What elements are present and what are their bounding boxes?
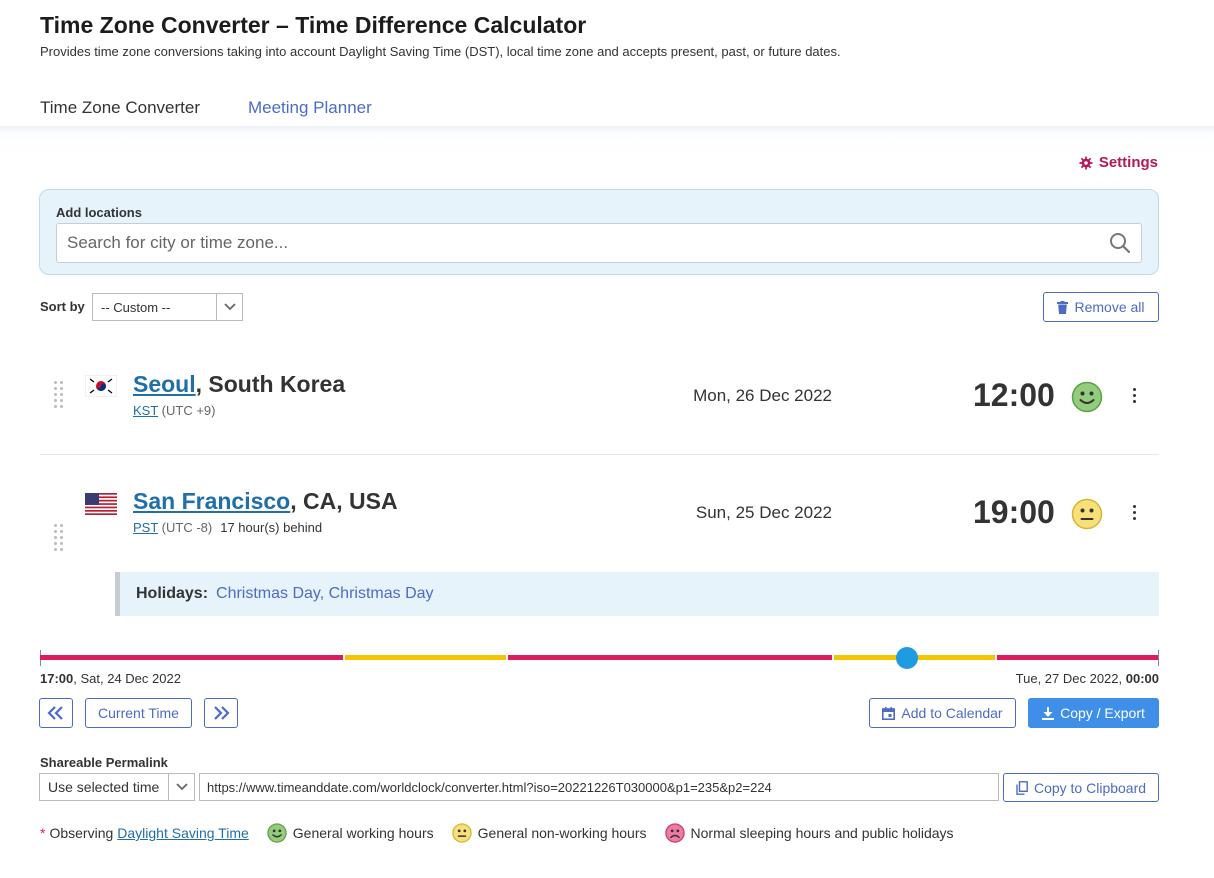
timeline-end-label: Tue, 27 Dec 2022, 00:00 <box>1016 671 1159 686</box>
smiley-working-icon <box>267 823 287 843</box>
location-row-seoul: Seoul, South Korea KST (UTC +9) Mon, 26 … <box>40 360 1159 454</box>
city-link-seoul[interactable]: Seoul <box>133 371 196 397</box>
timeline-end-time: 00:00 <box>1125 671 1159 686</box>
search-box <box>56 223 1142 263</box>
legend: * Observing Daylight Saving Time General… <box>40 823 954 843</box>
sad-face-sleeping-icon <box>664 823 685 843</box>
current-time-button[interactable]: Current Time <box>85 698 192 728</box>
timeline-segment-sleeping <box>40 655 343 660</box>
south-korea-flag-icon <box>85 375 117 397</box>
location-timezone: PST (UTC -8) 17 hour(s) behind <box>133 520 322 535</box>
neutral-face-non-working-icon <box>1071 498 1103 530</box>
drag-handle-icon[interactable] <box>54 524 66 552</box>
add-to-calendar-label: Add to Calendar <box>901 705 1003 721</box>
timezone-abbr-link[interactable]: PST <box>133 520 158 535</box>
time-difference-note: 17 hour(s) behind <box>220 520 323 535</box>
permalink-url-field[interactable]: https://www.timeanddate.com/worldclock/c… <box>199 773 999 801</box>
chevron-down-icon <box>216 294 242 320</box>
settings-label: Settings <box>1098 154 1158 171</box>
timeline-start-date: , Sat, 24 Dec 2022 <box>73 671 181 686</box>
sort-select-value: -- Custom -- <box>101 299 171 315</box>
timezone-offset: (UTC -8) <box>158 520 213 535</box>
more-options-icon[interactable] <box>1133 505 1137 523</box>
remove-all-label: Remove all <box>1074 299 1145 315</box>
gear-icon <box>1079 155 1093 170</box>
next-day-button[interactable] <box>204 698 238 728</box>
timeline-end-tick <box>1158 650 1159 666</box>
dst-link[interactable]: Daylight Saving Time <box>117 825 249 841</box>
location-time: 12:00 <box>973 377 1055 413</box>
current-time-label: Current Time <box>98 705 179 721</box>
copy-to-clipboard-button[interactable]: Copy to Clipboard <box>1003 773 1159 802</box>
timeline-start-time: 17:00 <box>40 671 74 686</box>
smiley-working-icon <box>1071 381 1103 413</box>
download-icon <box>1042 706 1055 720</box>
location-city-name: Seoul, South Korea <box>133 371 345 398</box>
holidays-list[interactable]: Christmas Day, Christmas Day <box>216 585 434 603</box>
permalink-label: Shareable Permalink <box>40 755 168 770</box>
more-options-icon[interactable] <box>1133 388 1137 406</box>
legend-item-sleeping: Normal sleeping hours and public holiday… <box>664 823 954 843</box>
copy-export-button[interactable]: Copy / Export <box>1028 698 1159 728</box>
trash-icon <box>1057 300 1069 314</box>
copy-export-label: Copy / Export <box>1060 705 1145 721</box>
tab-time-zone-converter[interactable]: Time Zone Converter <box>40 96 200 130</box>
holidays-banner: Holidays: Christmas Day, Christmas Day <box>115 572 1159 616</box>
chevron-down-icon <box>168 774 194 800</box>
usa-flag-icon <box>85 493 117 515</box>
copy-icon <box>1016 780 1028 795</box>
page-header: Time Zone Converter – Time Difference Ca… <box>40 10 841 59</box>
location-city-name: San Francisco, CA, USA <box>133 488 398 515</box>
page-title: Time Zone Converter – Time Difference Ca… <box>40 12 587 38</box>
legend-item-working: General working hours <box>267 823 434 843</box>
timezone-offset: (UTC +9) <box>158 403 216 418</box>
sort-select[interactable]: -- Custom -- <box>92 293 243 321</box>
timezone-abbr-link[interactable]: KST <box>133 403 158 418</box>
time-slider[interactable] <box>40 647 1159 669</box>
slider-handle[interactable] <box>896 647 918 669</box>
timeline-segment-sleeping <box>508 655 832 660</box>
page-subtitle: Provides time zone conversions taking in… <box>40 44 841 59</box>
dst-asterisk: * <box>40 825 46 841</box>
location-time: 19:00 <box>973 494 1055 530</box>
drag-handle-icon[interactable] <box>54 381 66 409</box>
timeline-start-label: 17:00, Sat, 24 Dec 2022 <box>40 671 181 686</box>
location-region: , South Korea <box>195 371 346 397</box>
legend-non-working-label: General non-working hours <box>477 825 647 841</box>
add-locations-panel: Add locations <box>39 189 1159 275</box>
tab-meeting-planner[interactable]: Meeting Planner <box>248 96 372 130</box>
legend-working-label: General working hours <box>292 825 434 841</box>
permalink-mode-select[interactable]: Use selected time <box>39 773 195 801</box>
previous-day-button[interactable] <box>39 698 73 728</box>
permalink-mode-value: Use selected time <box>48 779 160 795</box>
search-icon[interactable] <box>1109 232 1131 254</box>
timeline-segment-sleeping <box>997 655 1159 660</box>
legend-sleeping-label: Normal sleeping hours and public holiday… <box>690 825 954 841</box>
double-chevron-right-icon <box>214 706 230 720</box>
location-date: Mon, 26 Dec 2022 <box>693 386 832 405</box>
city-link-san-francisco[interactable]: San Francisco <box>133 488 290 514</box>
tab-bar: Time Zone Converter Meeting Planner <box>40 96 420 130</box>
double-chevron-left-icon <box>47 706 63 720</box>
row-divider <box>40 454 1159 455</box>
holidays-label: Holidays: <box>136 585 209 602</box>
location-row-san-francisco: San Francisco, CA, USA PST (UTC -8) 17 ho… <box>40 477 1159 567</box>
location-timezone: KST (UTC +9) <box>133 403 215 418</box>
timeline-end-date: Tue, 27 Dec 2022, <box>1015 671 1126 686</box>
settings-button[interactable]: Settings <box>1079 154 1158 171</box>
timeline-segment-non-working <box>345 655 506 660</box>
search-input[interactable] <box>57 224 1087 262</box>
copy-to-clipboard-label: Copy to Clipboard <box>1033 779 1147 796</box>
location-date: Sun, 25 Dec 2022 <box>695 503 832 522</box>
calendar-icon <box>882 706 896 720</box>
neutral-face-non-working-icon <box>451 823 472 843</box>
remove-all-button[interactable]: Remove all <box>1043 292 1159 322</box>
sort-label: Sort by <box>40 299 85 314</box>
location-region: , CA, USA <box>290 488 398 514</box>
add-locations-label: Add locations <box>56 205 142 220</box>
legend-item-non-working: General non-working hours <box>451 823 647 843</box>
add-to-calendar-button[interactable]: Add to Calendar <box>869 698 1016 728</box>
legend-observing: Observing <box>49 825 114 841</box>
